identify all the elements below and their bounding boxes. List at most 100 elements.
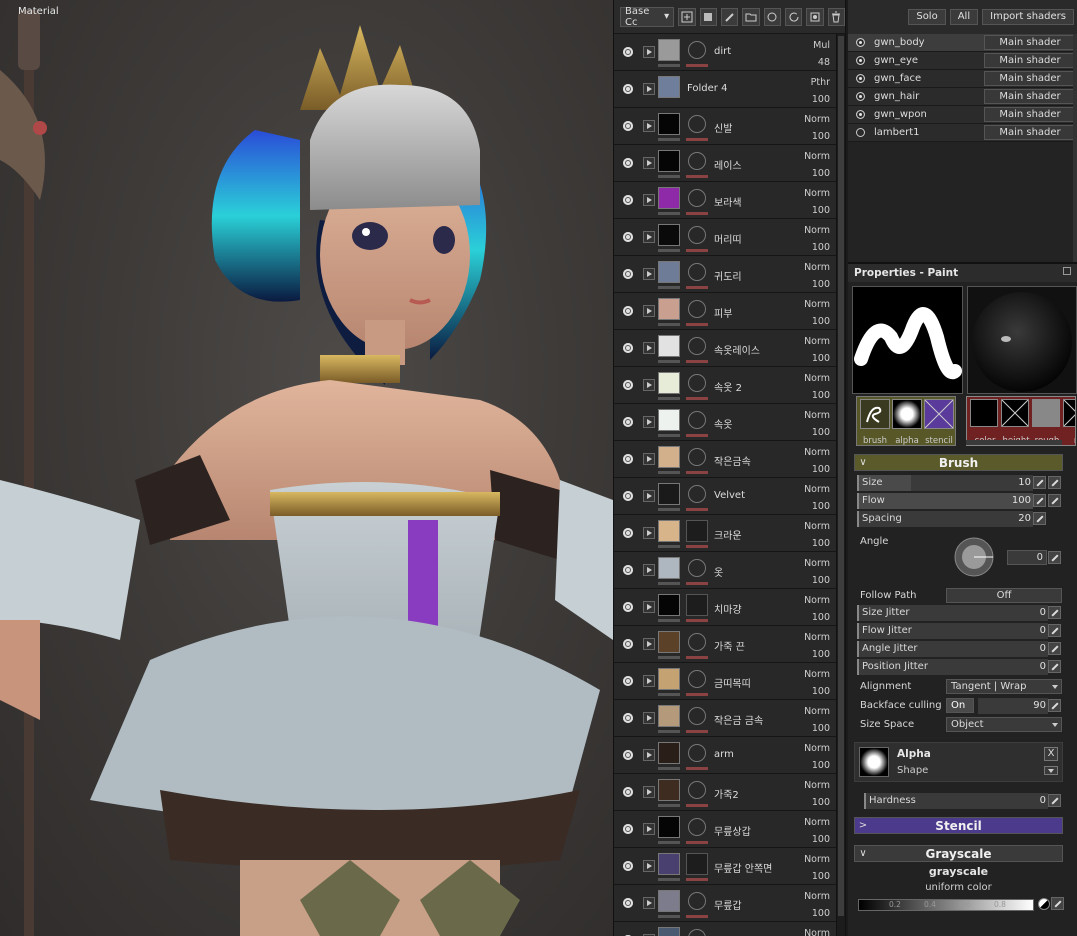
size-space-dropdown[interactable]: Object — [946, 717, 1062, 732]
shader-type-button[interactable]: Main shader — [984, 53, 1076, 68]
layer-expand-icon[interactable] — [643, 231, 655, 243]
layer-row[interactable]: 머리띠 Norm 100 — [614, 219, 838, 256]
layer-thumbnail[interactable] — [658, 150, 680, 172]
layer-expand-icon[interactable] — [643, 749, 655, 761]
visibility-eye-icon[interactable] — [623, 898, 633, 908]
visibility-eye-icon[interactable] — [623, 158, 633, 168]
visibility-eye-icon[interactable] — [623, 454, 633, 464]
shader-radio[interactable] — [856, 110, 865, 119]
pencil-icon[interactable] — [1048, 551, 1061, 564]
layer-thumbnail[interactable] — [658, 742, 680, 764]
visibility-eye-icon[interactable] — [623, 824, 633, 834]
layer-thumbnail[interactable] — [658, 335, 680, 357]
shader-row[interactable]: gwn_face Main shader — [848, 70, 1077, 88]
visibility-eye-icon[interactable] — [623, 47, 633, 57]
visibility-eye-icon[interactable] — [623, 639, 633, 649]
shader-type-button[interactable]: Main shader — [984, 71, 1076, 86]
shader-row[interactable]: gwn_body Main shader — [848, 34, 1077, 52]
layer-expand-icon[interactable] — [643, 601, 655, 613]
layer-row[interactable]: 작은금속 Norm 100 — [614, 441, 838, 478]
layer-row[interactable]: 금띠목띠 Norm 100 — [614, 663, 838, 700]
layer-blend-info[interactable]: Norm 100 — [804, 444, 830, 478]
pen-pressure-icon[interactable] — [1048, 494, 1061, 507]
layer-blend-info[interactable]: Norm 100 — [804, 333, 830, 367]
layer-expand-icon[interactable] — [643, 268, 655, 280]
shader-radio[interactable] — [856, 92, 865, 101]
layer-expand-icon[interactable] — [643, 379, 655, 391]
layer-blend-info[interactable]: Norm 100 — [804, 185, 830, 219]
angle-value-field[interactable]: 0 — [1007, 550, 1047, 565]
layer-mask-thumbnail[interactable] — [686, 520, 708, 542]
pencil-icon[interactable] — [1033, 476, 1046, 489]
visibility-eye-icon[interactable] — [623, 232, 633, 242]
mask-ring-icon[interactable] — [688, 485, 706, 503]
layer-thumbnail[interactable] — [658, 779, 680, 801]
layer-row[interactable]: 신발 Norm 100 — [614, 108, 838, 145]
layer-row[interactable]: 가죽2 Norm 100 — [614, 774, 838, 811]
visibility-eye-icon[interactable] — [623, 269, 633, 279]
shader-radio[interactable] — [856, 56, 865, 65]
shader-row[interactable]: gwn_eye Main shader — [848, 52, 1077, 70]
layer-row[interactable]: 귀도리 Norm 100 — [614, 256, 838, 293]
slots-scrollbar[interactable] — [966, 440, 1062, 445]
pencil-icon[interactable] — [1048, 624, 1061, 637]
layer-blend-info[interactable]: Norm 100 — [804, 851, 830, 885]
layer-row[interactable]: dirt Mul 48 — [614, 34, 838, 71]
layer-row[interactable]: 옷 Norm 100 — [614, 552, 838, 589]
mask-ring-icon[interactable] — [688, 633, 706, 651]
mask-ring-icon[interactable] — [688, 189, 706, 207]
layer-thumbnail[interactable] — [658, 113, 680, 135]
pencil-icon[interactable] — [1048, 642, 1061, 655]
layer-thumbnail[interactable] — [658, 668, 680, 690]
layer-thumbnail[interactable] — [658, 298, 680, 320]
add-layer-button[interactable] — [678, 7, 696, 26]
metal-slot[interactable]: m — [1062, 397, 1075, 445]
flow-jitter-slider[interactable]: Flow Jitter 0 — [857, 623, 1048, 639]
pencil-icon[interactable] — [1048, 794, 1061, 807]
layer-expand-icon[interactable] — [643, 342, 655, 354]
layer-thumbnail[interactable] — [658, 372, 680, 394]
layer-thumbnail[interactable] — [658, 446, 680, 468]
visibility-eye-icon[interactable] — [623, 121, 633, 131]
visibility-eye-icon[interactable] — [623, 787, 633, 797]
layer-thumbnail[interactable] — [658, 39, 680, 61]
flow-slider[interactable]: Flow 100 — [857, 493, 1033, 509]
add-effect-button[interactable] — [763, 7, 781, 26]
layer-mask-thumbnail[interactable] — [686, 853, 708, 875]
layer-expand-icon[interactable] — [643, 823, 655, 835]
mask-ring-icon[interactable] — [688, 744, 706, 762]
layer-blend-info[interactable]: Norm 100 — [804, 111, 830, 145]
alpha-thumbnail[interactable] — [859, 747, 889, 777]
layers-scrollbar[interactable] — [836, 34, 845, 936]
layer-expand-icon[interactable] — [643, 46, 655, 58]
shader-scrollbar[interactable] — [1073, 34, 1077, 262]
brush-slot[interactable]: brush — [859, 397, 891, 447]
mask-ring-icon[interactable] — [688, 263, 706, 281]
layer-blend-info[interactable]: Norm 100 — [804, 629, 830, 663]
color-picker-icon[interactable] — [1038, 898, 1050, 910]
pencil-icon[interactable] — [1048, 606, 1061, 619]
mask-ring-icon[interactable] — [688, 337, 706, 355]
mask-ring-icon[interactable] — [688, 374, 706, 392]
layer-expand-icon[interactable] — [643, 786, 655, 798]
layer-row[interactable]: Norm — [614, 922, 838, 936]
shader-radio[interactable] — [856, 74, 865, 83]
layer-blend-info[interactable]: Norm 100 — [804, 481, 830, 515]
layer-blend-info[interactable]: Norm 100 — [804, 888, 830, 922]
mask-ring-icon[interactable] — [688, 448, 706, 466]
shader-radio[interactable] — [856, 128, 865, 137]
layer-thumbnail[interactable] — [658, 409, 680, 431]
mask-ring-icon[interactable] — [688, 670, 706, 688]
mask-ring-icon[interactable] — [688, 707, 706, 725]
layer-blend-info[interactable]: Norm 100 — [804, 222, 830, 256]
layer-thumbnail[interactable] — [658, 261, 680, 283]
visibility-eye-icon[interactable] — [623, 676, 633, 686]
add-fill-button[interactable] — [699, 7, 717, 26]
shader-row[interactable]: gwn_wpon Main shader — [848, 106, 1077, 124]
folder-expand-icon[interactable] — [643, 83, 655, 95]
layer-thumbnail[interactable] — [658, 853, 680, 875]
backface-angle-slider[interactable]: 90 — [978, 698, 1048, 714]
alignment-dropdown[interactable]: Tangent | Wrap — [946, 679, 1062, 694]
visibility-eye-icon[interactable] — [623, 528, 633, 538]
layer-thumbnail[interactable] — [658, 224, 680, 246]
